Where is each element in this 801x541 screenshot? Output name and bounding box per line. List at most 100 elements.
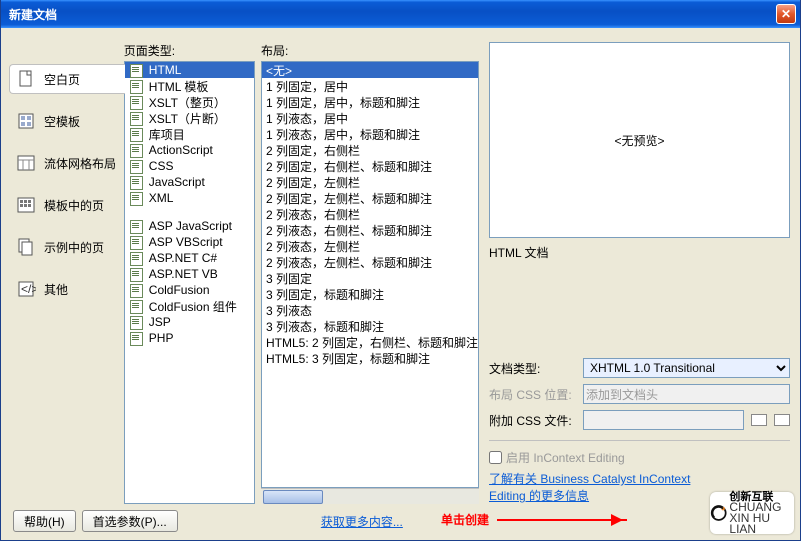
list-item[interactable]: 库项目 xyxy=(125,126,254,142)
list-item[interactable]: 1 列液态，居中，标题和脚注 xyxy=(262,126,478,142)
file-icon xyxy=(129,191,145,205)
list-item-label: HTML xyxy=(149,63,182,77)
scrollbar[interactable] xyxy=(261,488,479,504)
list-item-label: HTML 模板 xyxy=(149,78,209,95)
file-icon xyxy=(129,79,145,93)
browse-css-icon[interactable] xyxy=(774,414,790,426)
enable-ice-checkbox[interactable] xyxy=(489,451,502,464)
file-icon xyxy=(129,235,145,249)
list-item-label: 2 列液态，左侧栏、标题和脚注 xyxy=(266,254,432,271)
bottom-button-row: 帮助(H) 首选参数(P)... 获取更多内容... 创 xyxy=(9,504,790,532)
list-item-label: XSLT（片断） xyxy=(149,110,226,127)
file-icon xyxy=(129,267,145,281)
file-icon xyxy=(129,175,145,189)
list-item[interactable]: 3 列固定，标题和脚注 xyxy=(262,286,478,302)
list-item[interactable]: 2 列固定，右侧栏 xyxy=(262,142,478,158)
prefs-button[interactable]: 首选参数(P)... xyxy=(82,510,178,532)
css-pos-label: 布局 CSS 位置: xyxy=(489,386,579,403)
list-item-label: 2 列固定，右侧栏、标题和脚注 xyxy=(266,158,432,175)
page-type-label: 页面类型: xyxy=(124,42,255,59)
page-type-panel: 页面类型: HTMLHTML 模板XSLT（整页）XSLT（片断）库项目Acti… xyxy=(124,42,255,504)
list-item[interactable]: 2 列液态，右侧栏 xyxy=(262,206,478,222)
list-item[interactable]: 1 列液态，居中 xyxy=(262,110,478,126)
file-icon xyxy=(129,95,145,109)
list-item[interactable]: XSLT（整页） xyxy=(125,94,254,110)
list-item[interactable]: 2 列固定，右侧栏、标题和脚注 xyxy=(262,158,478,174)
list-item[interactable]: PHP xyxy=(125,330,254,346)
learn-more-link[interactable]: 了解有关 Business Catalyst InContext xyxy=(489,472,690,486)
list-item[interactable]: ColdFusion xyxy=(125,282,254,298)
learn-more-link-2[interactable]: Editing 的更多信息 xyxy=(489,489,589,503)
doctype-select[interactable]: XHTML 1.0 Transitional xyxy=(583,358,790,378)
right-panel: <无预览> HTML 文档 文档类型: XHTML 1.0 Transition… xyxy=(489,42,790,504)
list-item[interactable]: 2 列液态，右侧栏、标题和脚注 xyxy=(262,222,478,238)
file-icon xyxy=(129,331,145,345)
category-page-from-sample[interactable]: 示例中的页 xyxy=(9,232,124,262)
list-item[interactable]: 3 列液态，标题和脚注 xyxy=(262,318,478,334)
preview-placeholder: <无预览> xyxy=(614,132,664,149)
list-item[interactable]: 3 列液态 xyxy=(262,302,478,318)
list-item-label: ASP.NET C# xyxy=(149,251,217,265)
file-icon xyxy=(129,143,145,157)
page-type-list[interactable]: HTMLHTML 模板XSLT（整页）XSLT（片断）库项目ActionScri… xyxy=(124,61,255,504)
list-item-label: ActionScript xyxy=(149,143,213,157)
preview-description: HTML 文档 xyxy=(489,244,790,261)
list-item-label: 3 列固定，标题和脚注 xyxy=(266,286,384,303)
titlebar: 新建文档 ✕ xyxy=(1,0,800,28)
enable-ice-label: 启用 InContext Editing xyxy=(506,449,625,466)
list-item-label: 1 列固定，居中 xyxy=(266,78,348,95)
list-item[interactable]: ASP JavaScript xyxy=(125,218,254,234)
category-fluid-grid[interactable]: 流体网格布局 xyxy=(9,148,124,178)
file-icon xyxy=(129,299,145,313)
file-icon xyxy=(129,111,145,125)
arrow-icon xyxy=(497,519,627,521)
layout-list[interactable]: <无>1 列固定，居中1 列固定，居中，标题和脚注1 列液态，居中1 列液态，居… xyxy=(261,61,479,488)
list-item[interactable]: HTML5: 2 列固定，右侧栏、标题和脚注 xyxy=(262,334,478,350)
list-item[interactable]: HTML5: 3 列固定，标题和脚注 xyxy=(262,350,478,366)
list-item[interactable]: HTML xyxy=(125,62,254,78)
close-button[interactable]: ✕ xyxy=(776,4,796,24)
category-label: 模板中的页 xyxy=(44,197,104,214)
help-button[interactable]: 帮助(H) xyxy=(13,510,76,532)
list-item[interactable]: XML xyxy=(125,190,254,206)
list-item-label: 1 列液态，居中，标题和脚注 xyxy=(266,126,420,143)
list-item-label: ColdFusion 组件 xyxy=(149,298,237,315)
list-item-label: CSS xyxy=(149,159,174,173)
list-item-label: 3 列液态 xyxy=(266,302,312,319)
category-blank-page[interactable]: 空白页 xyxy=(9,64,125,94)
list-item[interactable]: 2 列固定，左侧栏 xyxy=(262,174,478,190)
svg-text:</>: </> xyxy=(21,282,36,296)
css-file-input[interactable] xyxy=(583,410,744,430)
list-item[interactable]: 2 列液态，左侧栏 xyxy=(262,238,478,254)
list-item[interactable]: CSS xyxy=(125,158,254,174)
category-blank-template[interactable]: 空模板 xyxy=(9,106,124,136)
list-item[interactable]: HTML 模板 xyxy=(125,78,254,94)
list-item[interactable]: 2 列液态，左侧栏、标题和脚注 xyxy=(262,254,478,270)
list-item-label: PHP xyxy=(149,331,174,345)
list-item[interactable]: <无> xyxy=(262,62,478,78)
link-css-icon[interactable] xyxy=(751,414,767,426)
list-item[interactable]: 1 列固定，居中，标题和脚注 xyxy=(262,94,478,110)
category-other[interactable]: </> 其他 xyxy=(9,274,124,304)
list-item[interactable]: ASP.NET C# xyxy=(125,250,254,266)
preview-box: <无预览> xyxy=(489,42,790,238)
list-item[interactable]: JSP xyxy=(125,314,254,330)
category-page-from-template[interactable]: 模板中的页 xyxy=(9,190,124,220)
list-item[interactable]: JavaScript xyxy=(125,174,254,190)
blank-template-icon xyxy=(16,111,36,131)
more-content-link[interactable]: 获取更多内容... xyxy=(321,515,403,529)
list-item[interactable]: ASP.NET VB xyxy=(125,266,254,282)
list-item[interactable]: XSLT（片断） xyxy=(125,110,254,126)
list-item[interactable]: ActionScript xyxy=(125,142,254,158)
list-item[interactable]: 1 列固定，居中 xyxy=(262,78,478,94)
list-item[interactable]: ColdFusion 组件 xyxy=(125,298,254,314)
list-item[interactable]: 2 列固定，左侧栏、标题和脚注 xyxy=(262,190,478,206)
dialog-window: 新建文档 ✕ 空白页 空模板 流体网格布局 模 xyxy=(0,0,801,541)
list-item[interactable]: ASP VBScript xyxy=(125,234,254,250)
list-item[interactable]: 3 列固定 xyxy=(262,270,478,286)
enable-ice-checkbox-row[interactable]: 启用 InContext Editing xyxy=(489,449,790,466)
list-item-label: ASP JavaScript xyxy=(149,219,232,233)
layout-label: 布局: xyxy=(261,42,479,59)
file-icon xyxy=(129,159,145,173)
file-icon xyxy=(129,127,145,141)
